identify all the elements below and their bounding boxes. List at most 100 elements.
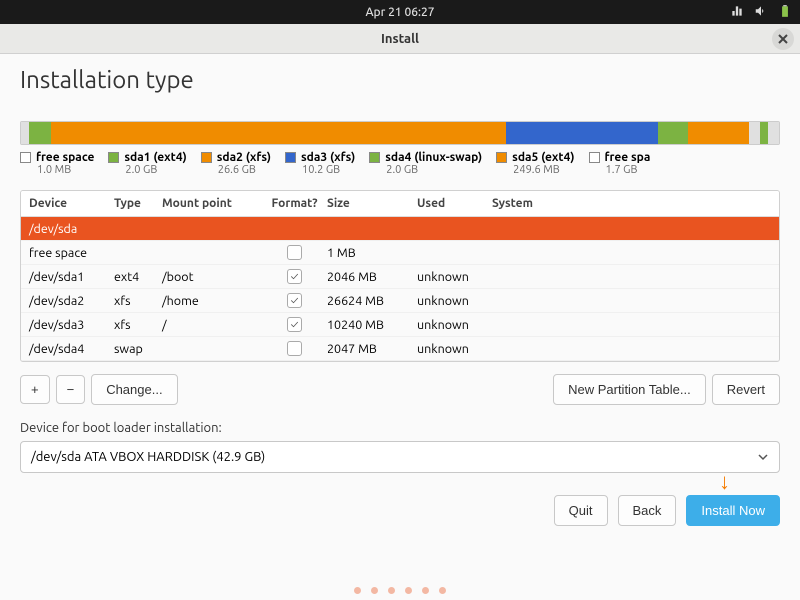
cell-size: 2046 MB <box>327 270 417 284</box>
cell-size: 10240 MB <box>327 318 417 332</box>
legend-item: sda5 (ext4)249.6 MB <box>496 151 574 176</box>
bootloader-value: /dev/sda ATA VBOX HARDDISK (42.9 GB) <box>31 450 757 464</box>
legend-swatch <box>589 152 600 163</box>
legend-size: 10.2 GB <box>302 164 355 176</box>
col-system[interactable]: System <box>492 197 771 210</box>
table-header: Device Type Mount point Format? Size Use… <box>21 191 779 217</box>
cell-format <box>262 293 327 308</box>
system-tray <box>730 4 792 21</box>
volume-icon[interactable] <box>754 4 768 21</box>
col-size[interactable]: Size <box>327 197 417 210</box>
cell-format <box>262 245 327 260</box>
partition-legend: free space1.0 MB sda1 (ext4)2.0 GB sda2 (x… <box>20 151 780 176</box>
cell-used: unknown <box>417 342 492 356</box>
cell-size: 26624 MB <box>327 294 417 308</box>
col-mount[interactable]: Mount point <box>162 197 262 210</box>
legend-swatch <box>108 152 119 163</box>
legend-name: free spa <box>605 151 651 164</box>
table-row[interactable]: /dev/sda1ext4/boot2046 MBunknown <box>21 265 779 289</box>
format-checkbox[interactable] <box>287 317 302 332</box>
partition-table: Device Type Mount point Format? Size Use… <box>20 190 780 362</box>
legend-item: free spa1.7 GB <box>589 151 651 176</box>
table-row[interactable]: /dev/sda4swap 2047 MBunknown <box>21 337 779 361</box>
legend-item: sda1 (ext4)2.0 GB <box>108 151 186 176</box>
quit-button[interactable]: Quit <box>554 495 608 526</box>
legend-swatch <box>496 152 507 163</box>
legend-swatch <box>20 152 31 163</box>
legend-name: sda3 (xfs) <box>301 151 355 164</box>
remove-button[interactable]: − <box>56 375 86 404</box>
add-button[interactable]: + <box>20 375 50 404</box>
format-checkbox[interactable] <box>287 341 302 356</box>
dot <box>422 587 429 594</box>
dot <box>371 587 378 594</box>
cell-type: xfs <box>114 318 162 332</box>
partition-bar <box>20 121 780 145</box>
dot <box>405 587 412 594</box>
new-partition-table-button[interactable]: New Partition Table... <box>553 374 706 405</box>
legend-size: 1.0 MB <box>37 164 94 176</box>
format-checkbox[interactable] <box>287 245 302 260</box>
col-format[interactable]: Format? <box>262 197 327 210</box>
dot <box>439 587 446 594</box>
legend-name: free space <box>36 151 94 164</box>
dot <box>354 587 361 594</box>
back-button[interactable]: Back <box>618 495 677 526</box>
install-now-button[interactable]: Install Now <box>686 495 780 526</box>
cell-type: xfs <box>114 294 162 308</box>
format-checkbox[interactable] <box>287 269 302 284</box>
close-button[interactable] <box>772 28 794 50</box>
cell-type: swap <box>114 342 162 356</box>
footer-buttons: ↓ Quit Back Install Now <box>20 495 780 526</box>
system-topbar: Apr 21 06:27 <box>0 0 800 24</box>
page-title: Installation type <box>20 66 780 93</box>
cell-used: unknown <box>417 270 492 284</box>
bootloader-label: Device for boot loader installation: <box>20 421 780 435</box>
close-icon <box>778 34 788 44</box>
cell-device: /dev/sda4 <box>29 342 114 356</box>
cell-mount: /boot <box>162 270 262 284</box>
change-button[interactable]: Change... <box>91 374 177 405</box>
table-row[interactable]: /dev/sda3xfs/ 10240 MBunknown <box>21 313 779 337</box>
legend-item: sda3 (xfs)10.2 GB <box>285 151 355 176</box>
col-used[interactable]: Used <box>417 197 492 210</box>
chevron-down-icon <box>757 451 769 463</box>
legend-item: free space1.0 MB <box>20 151 94 176</box>
cell-used: unknown <box>417 318 492 332</box>
legend-name: sda5 (ext4) <box>512 151 574 164</box>
cell-size: 2047 MB <box>327 342 417 356</box>
legend-size: 2.0 GB <box>125 164 186 176</box>
partition-toolbar: + − Change... New Partition Table... Rev… <box>20 374 780 405</box>
cell-mount: / <box>162 318 262 332</box>
col-type[interactable]: Type <box>114 197 162 210</box>
bootloader-select[interactable]: /dev/sda ATA VBOX HARDDISK (42.9 GB) <box>20 441 780 473</box>
legend-item: sda2 (xfs)26.6 GB <box>201 151 271 176</box>
legend-name: sda1 (ext4) <box>124 151 186 164</box>
annotation-arrow-icon: ↓ <box>719 469 730 495</box>
legend-swatch <box>369 152 380 163</box>
cell-size: 1 MB <box>327 246 417 260</box>
cell-device: /dev/sda3 <box>29 318 114 332</box>
table-row[interactable]: /dev/sda <box>21 217 779 241</box>
legend-size: 249.6 MB <box>513 164 574 176</box>
legend-swatch <box>201 152 212 163</box>
legend-size: 26.6 GB <box>218 164 271 176</box>
cell-device: free space <box>29 246 114 260</box>
pager-dots <box>0 587 800 594</box>
network-icon[interactable] <box>730 4 744 21</box>
legend-size: 1.7 GB <box>606 164 651 176</box>
cell-format <box>262 341 327 356</box>
revert-button[interactable]: Revert <box>712 374 780 405</box>
cell-format <box>262 317 327 332</box>
cell-used: unknown <box>417 294 492 308</box>
legend-name: sda4 (linux-swap) <box>385 151 482 164</box>
cell-device: /dev/sda <box>29 222 114 236</box>
format-checkbox[interactable] <box>287 293 302 308</box>
legend-item: sda4 (linux-swap)2.0 GB <box>369 151 482 176</box>
window-title: Install <box>381 32 419 46</box>
cell-device: /dev/sda2 <box>29 294 114 308</box>
battery-icon[interactable] <box>778 4 792 21</box>
col-device[interactable]: Device <box>29 197 114 210</box>
table-row[interactable]: free space 1 MB <box>21 241 779 265</box>
table-row[interactable]: /dev/sda2xfs/home26624 MBunknown <box>21 289 779 313</box>
